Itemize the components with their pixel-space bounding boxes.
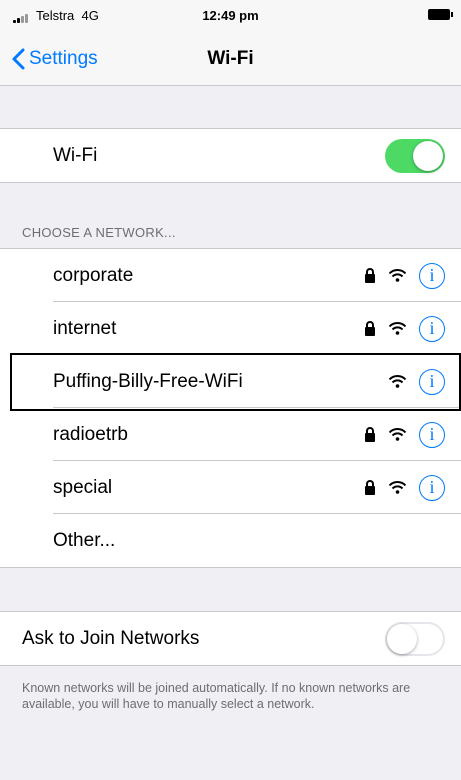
ask-to-join-toggle[interactable] xyxy=(385,622,445,656)
wifi-toggle-switch[interactable] xyxy=(385,139,445,173)
wifi-signal-icon xyxy=(389,269,406,282)
ask-to-join-group: Ask to Join Networks xyxy=(0,611,461,666)
status-bar: Telstra 4G 12:49 pm xyxy=(0,0,461,32)
wifi-toggle-group: Wi-Fi xyxy=(0,128,461,183)
network-row-radioetrb[interactable]: radioetrb i xyxy=(0,408,461,461)
lock-icon xyxy=(365,320,375,336)
lock-icon xyxy=(365,479,375,495)
network-name: corporate xyxy=(53,265,134,286)
wifi-signal-icon xyxy=(389,322,406,335)
footer-note: Known networks will be joined automatica… xyxy=(22,681,411,711)
page-title: Wi-Fi xyxy=(207,48,254,69)
ask-to-join-label: Ask to Join Networks xyxy=(22,628,200,649)
info-icon[interactable]: i xyxy=(419,262,445,289)
network-name: radioetrb xyxy=(53,424,128,445)
network-row-special[interactable]: special i xyxy=(0,461,461,514)
networks-section-header: CHOOSE A NETWORK... xyxy=(22,225,176,240)
info-icon[interactable]: i xyxy=(419,474,445,501)
ask-to-join-row: Ask to Join Networks xyxy=(0,612,461,665)
status-time: 12:49 pm xyxy=(202,8,259,23)
network-row-other[interactable]: Other... xyxy=(0,514,461,567)
lock-icon xyxy=(365,267,375,283)
lock-icon xyxy=(365,426,375,442)
network-name: internet xyxy=(53,318,117,339)
network-name: special xyxy=(53,477,113,498)
wifi-toggle-row: Wi-Fi xyxy=(0,129,461,182)
info-icon[interactable]: i xyxy=(419,421,445,448)
network-row-internet[interactable]: internet i xyxy=(0,302,461,355)
toggle-knob xyxy=(387,624,417,654)
other-network-label: Other... xyxy=(53,530,116,551)
wifi-toggle-label: Wi-Fi xyxy=(53,145,98,166)
highlight-annotation-box xyxy=(10,353,461,411)
wifi-signal-icon xyxy=(389,428,406,441)
toggle-knob xyxy=(413,141,443,171)
navigation-bar: Settings Wi-Fi xyxy=(0,32,461,86)
info-icon[interactable]: i xyxy=(419,315,445,342)
wifi-signal-icon xyxy=(389,481,406,494)
battery-full-icon xyxy=(428,9,453,20)
network-row-corporate[interactable]: corporate i xyxy=(0,249,461,302)
